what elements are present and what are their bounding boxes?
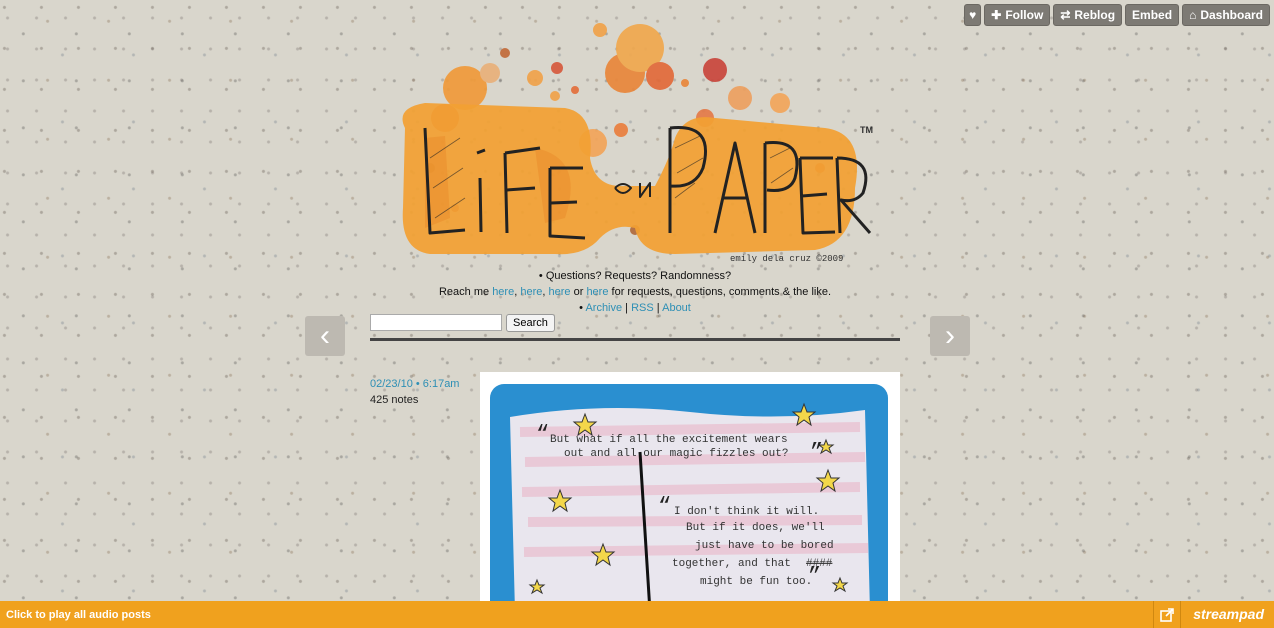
post-meta: 02/23/10 • 6:17am 425 notes xyxy=(370,376,459,408)
follow-label: Follow xyxy=(1005,8,1044,22)
logo-artwork xyxy=(402,23,872,255)
contact-link-3[interactable]: here xyxy=(549,286,571,298)
search-button[interactable]: Search xyxy=(506,314,555,332)
reblog-icon: ⇄ xyxy=(1060,8,1071,22)
play-all-audio-button[interactable]: Click to play all audio posts xyxy=(6,609,151,621)
post-notes[interactable]: 425 notes xyxy=(370,392,459,408)
like-button[interactable]: ♥ xyxy=(964,4,982,26)
svg-text:”: ” xyxy=(810,440,823,465)
external-link-icon xyxy=(1160,607,1174,622)
chevron-left-icon: ‹ xyxy=(320,319,330,352)
quote1-line2: out and all our magic fizzles out? xyxy=(564,448,788,460)
contact-link-1[interactable]: here xyxy=(492,286,514,298)
reach-suffix: for requests, questions, comments & the … xyxy=(608,286,832,298)
quote1-line1: But what if all the excitement wears xyxy=(550,434,788,446)
contact-link-4[interactable]: here xyxy=(586,286,608,298)
follow-button[interactable]: ✚ Follow xyxy=(984,4,1051,26)
svg-text:”: ” xyxy=(808,564,821,589)
quote2-line3: just have to be bored xyxy=(695,540,834,552)
blog-description: • Questions? Requests? Randomness? Reach… xyxy=(370,268,900,316)
dashboard-label: Dashboard xyxy=(1200,8,1263,22)
svg-text:“: “ xyxy=(536,422,549,447)
home-icon: ⌂ xyxy=(1189,8,1197,22)
search-input[interactable] xyxy=(370,314,502,331)
dashboard-button[interactable]: ⌂ Dashboard xyxy=(1182,4,1270,26)
search-form: Search xyxy=(370,314,555,332)
contact-link-2[interactable]: here xyxy=(520,286,542,298)
artist-credit: emily dela cruz ©2009 xyxy=(730,254,844,264)
quote2-line2: But if it does, we'll xyxy=(686,522,825,534)
heart-icon: ♥ xyxy=(969,8,977,22)
embed-label: Embed xyxy=(1132,8,1173,22)
illustration-card: “ But what if all the excitement wears o… xyxy=(490,384,888,612)
streampad-bar: Click to play all audio posts streampad xyxy=(0,601,1274,628)
quote2-line1: I don't think it will. xyxy=(674,506,819,518)
streampad-logo[interactable]: streampad xyxy=(1193,606,1264,622)
next-page-button[interactable]: › xyxy=(930,316,970,356)
reblog-button[interactable]: ⇄ Reblog xyxy=(1053,4,1123,26)
tumblr-controls: ♥ ✚ Follow ⇄ Reblog Embed ⌂ Dashboard xyxy=(964,4,1270,26)
post-photo[interactable]: “ But what if all the excitement wears o… xyxy=(480,372,900,612)
archive-link[interactable]: Archive xyxy=(585,302,622,314)
embed-button[interactable]: Embed xyxy=(1125,4,1180,26)
reblog-label: Reblog xyxy=(1074,8,1116,22)
reach-prefix: Reach me xyxy=(438,286,493,298)
separator: or xyxy=(570,286,587,298)
description-line1: • Questions? Requests? Randomness? xyxy=(538,270,732,282)
chevron-right-icon: › xyxy=(945,319,955,352)
post-date-link[interactable]: 02/23/10 • 6:17am xyxy=(370,376,459,392)
popout-button[interactable] xyxy=(1153,601,1181,628)
about-link[interactable]: About xyxy=(662,302,691,314)
header-divider xyxy=(370,338,900,341)
quote2-line4: together, and that xyxy=(672,558,791,570)
previous-page-button[interactable]: ‹ xyxy=(305,316,345,356)
quote2-line5: might be fun too. xyxy=(700,576,812,588)
trademark-mark: TM xyxy=(860,125,873,135)
plus-icon: ✚ xyxy=(991,8,1002,22)
svg-text:“: “ xyxy=(658,494,671,519)
divider: | xyxy=(622,302,632,314)
divider: | xyxy=(653,302,663,314)
blog-logo[interactable] xyxy=(385,18,885,268)
description-line2: Reach me here, here, here or here for re… xyxy=(370,284,900,300)
rss-link[interactable]: RSS xyxy=(631,302,654,314)
